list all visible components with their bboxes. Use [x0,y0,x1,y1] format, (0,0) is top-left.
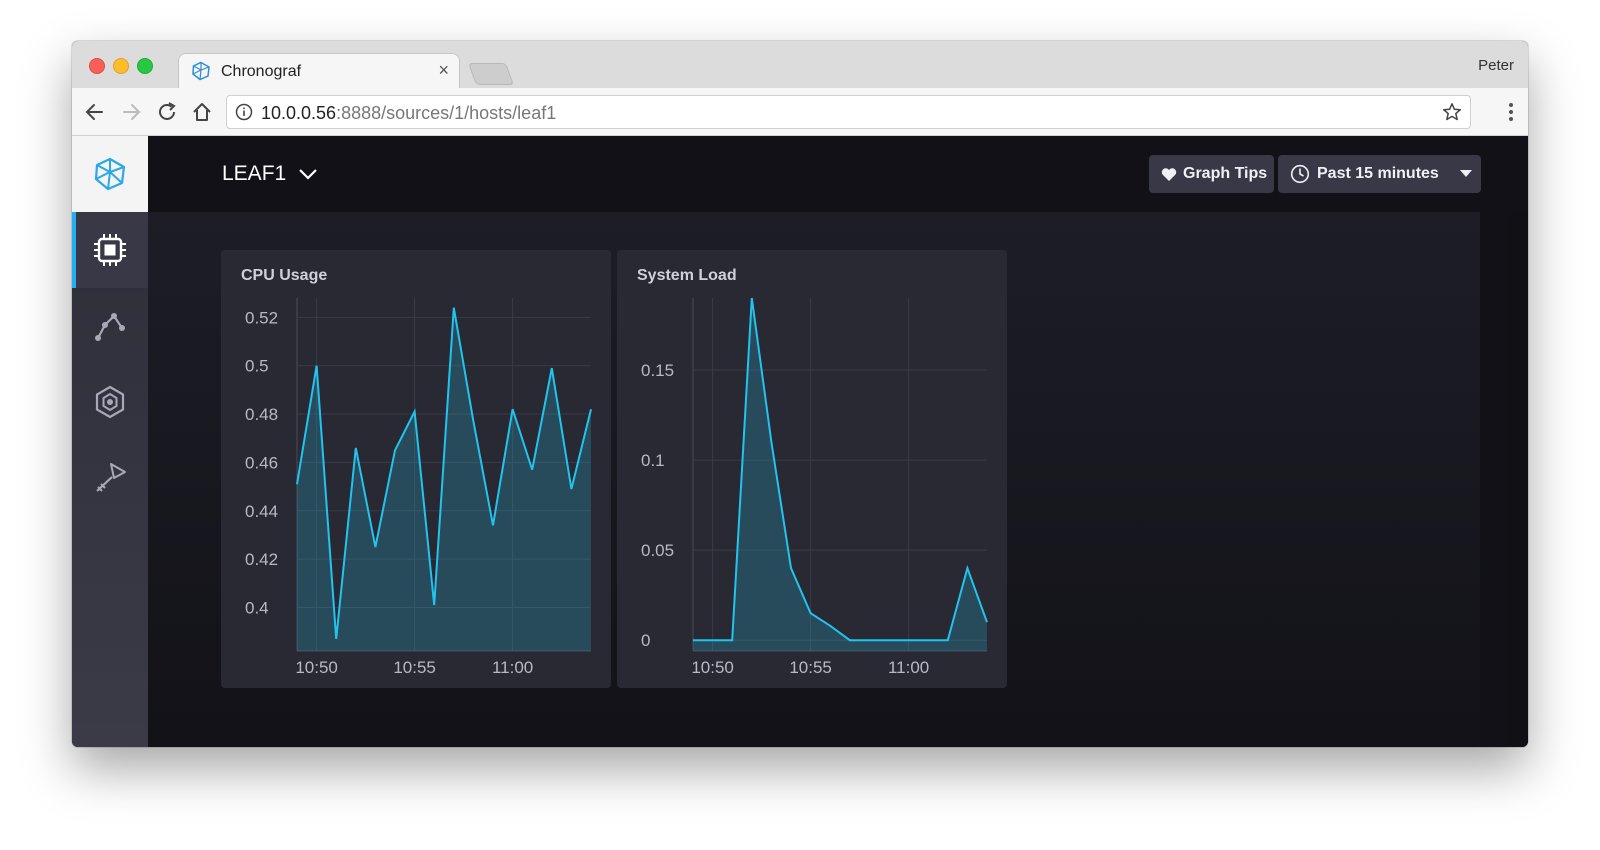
wrench-key-icon [96,463,126,492]
y-tick-label: 0 [641,631,650,650]
back-arrow-icon[interactable] [82,99,108,125]
y-tick-label: 0.1 [641,451,665,470]
y-tick-label: 0.15 [641,361,674,380]
system-load-chart[interactable]: 0 0.05 0.1 0.15 10:50 10:55 11:00 [617,250,1007,688]
host-name: LEAF1 [222,162,287,185]
graph-tips-button[interactable]: Graph Tips [1149,155,1274,193]
chronograf-logo[interactable] [72,136,148,212]
y-tick-label: 0.05 [641,541,674,560]
profile-name[interactable]: Peter [1478,57,1514,74]
browser-menu-icon[interactable] [1508,101,1514,123]
cpu-usage-panel[interactable]: CPU Usage 0.4 0.42 0.44 0.46 0.48 0.5 0.52 10:5… [221,250,611,688]
hexagon-alert-icon [95,385,125,419]
minimize-window-button[interactable] [113,58,129,74]
graph-icon [95,313,125,341]
sidebar-item-data-explorer[interactable] [72,288,148,364]
x-tick-label: 11:00 [888,658,929,677]
time-range-dropdown[interactable]: Past 15 minutes [1278,155,1481,193]
bookmark-star-icon[interactable] [1442,102,1462,122]
x-tick-label: 10:50 [691,658,734,677]
host-dropdown[interactable]: LEAF1 [222,162,318,186]
cpu-icon [94,234,126,266]
page-scrollbar[interactable] [1508,212,1528,747]
address-bar[interactable]: 10.0.0.56:8888/sources/1/hosts/leaf1 [226,95,1471,129]
chevron-down-icon [299,169,317,180]
browser-window: Chronograf × Peter 10.0.0.56:8888/source… [72,41,1528,747]
close-window-button[interactable] [89,58,105,74]
tab-close-icon[interactable]: × [438,60,449,80]
info-icon[interactable] [235,103,253,121]
y-tick-label: 0.4 [245,598,269,617]
sidebar-item-configuration[interactable] [72,440,148,516]
sidebar [72,136,148,747]
browser-toolbar: 10.0.0.56:8888/sources/1/hosts/leaf1 [72,88,1528,136]
time-range-label: Past 15 minutes [1317,165,1439,182]
browser-tab[interactable]: Chronograf × [178,53,460,88]
new-tab-button[interactable] [467,63,515,85]
tab-title: Chronograf [221,63,302,80]
sidebar-item-alerting[interactable] [72,364,148,440]
clock-icon [1290,164,1310,184]
x-tick-label: 10:55 [789,658,832,677]
chronograf-logo-icon [94,157,126,191]
x-tick-label: 10:55 [393,658,436,677]
title-bar: Chronograf × Peter [72,41,1528,88]
heart-icon [1161,167,1177,181]
y-tick-label: 0.42 [245,550,278,569]
y-tick-label: 0.5 [245,357,269,376]
url-path: :8888/sources/1/hosts/leaf1 [336,103,557,123]
home-icon[interactable] [189,99,215,125]
y-tick-label: 0.46 [245,453,278,472]
maximize-window-button[interactable] [137,58,153,74]
forward-arrow-icon[interactable] [118,99,144,125]
y-tick-label: 0.52 [245,308,278,327]
url-text[interactable]: 10.0.0.56:8888/sources/1/hosts/leaf1 [261,103,556,124]
page-header: LEAF1 Graph Tips Past 15 minutes [148,136,1528,212]
url-host: 10.0.0.56 [261,103,337,123]
sidebar-item-hosts[interactable] [72,212,148,288]
y-tick-label: 0.48 [245,405,278,424]
chronograf-app: LEAF1 Graph Tips Past 15 minutes CPU Usa… [72,136,1528,747]
x-tick-label: 11:00 [492,658,533,677]
chronograf-favicon-icon [192,61,210,81]
x-tick-label: 10:50 [295,658,338,677]
cpu-usage-chart[interactable]: 0.4 0.42 0.44 0.46 0.48 0.5 0.52 10:50 10:55 11:0… [221,250,611,688]
y-tick-label: 0.44 [245,502,278,521]
system-load-panel[interactable]: System Load 0 0.05 0.1 0.15 10:50 10:55 11:00 [617,250,1007,688]
graph-tips-label: Graph Tips [1183,165,1268,182]
host-dashboard: CPU Usage 0.4 0.42 0.44 0.46 0.48 0.5 0.52 10:5… [148,212,1480,747]
reload-icon[interactable] [154,99,180,125]
caret-down-icon [1460,170,1472,177]
series-area [693,298,987,651]
